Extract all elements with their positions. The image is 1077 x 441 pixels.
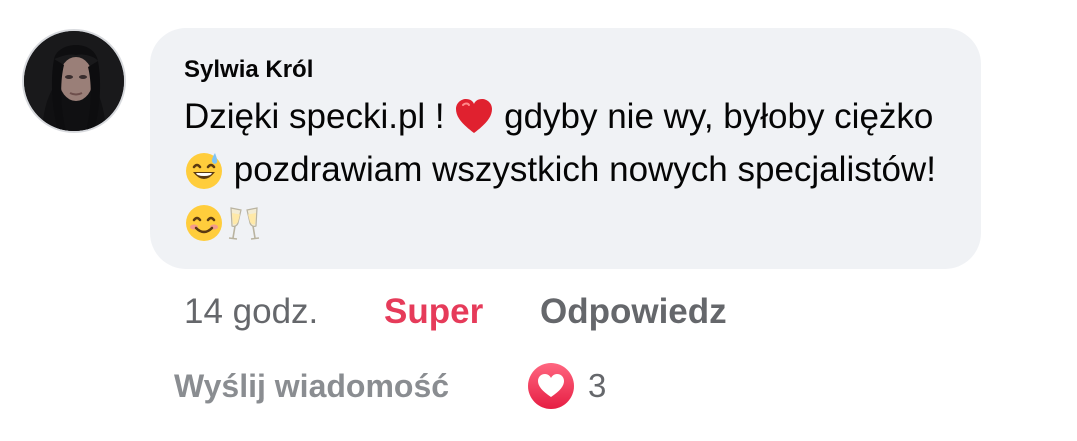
timestamp-text: 14 godz. xyxy=(184,292,319,331)
reply-button[interactable]: Odpowiedz xyxy=(540,288,727,336)
comment-text: Dzięki specki.pl ! gdyby nie wy, byłoby … xyxy=(184,90,974,249)
reaction-count: 3 xyxy=(588,367,607,404)
send-message-button[interactable]: Wyślij wiadomość xyxy=(174,362,449,410)
smiling-emoji-icon xyxy=(184,203,224,243)
comment-author[interactable]: Sylwia Król xyxy=(184,52,313,88)
like-button[interactable]: Super xyxy=(384,288,483,336)
comment-text-part-2: gdyby nie wy, byłoby ciężko xyxy=(494,97,934,136)
heart-emoji-icon xyxy=(454,97,494,137)
heart-reaction-icon xyxy=(526,361,576,411)
avatar-photo xyxy=(24,31,124,131)
comment-text-part-3: pozdrawiam wszystkich nowych specjalistó… xyxy=(224,150,936,189)
comment-timestamp[interactable]: 14 godz. xyxy=(184,288,318,336)
champagne-glasses-emoji-icon xyxy=(224,203,264,243)
comment-text-part-1: Dzięki specki.pl ! xyxy=(184,97,455,136)
avatar[interactable] xyxy=(22,29,126,133)
grinning-sweat-emoji-icon xyxy=(184,150,224,190)
reaction-summary[interactable]: 3 xyxy=(526,360,606,412)
